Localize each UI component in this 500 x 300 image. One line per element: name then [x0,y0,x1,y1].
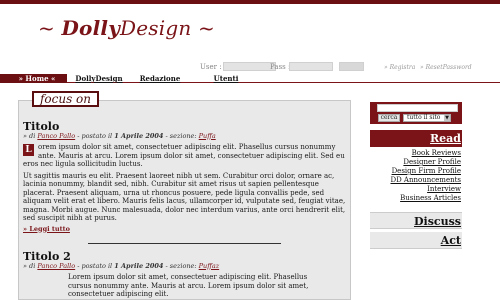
search-scope-value: tutto il sito [407,114,441,121]
logo-bold: Dolly [61,16,121,40]
article-date: 1 Aprile 2004 [114,261,164,270]
discuss-title: Discuss [414,215,461,228]
meta-prefix: » di [23,261,38,270]
article-paragraph-1: Lorem ipsum dolor sit amet, consectetuer… [68,273,309,298]
logo-prefix: ~ [38,16,62,40]
logo-suffix: ~ [191,16,215,40]
article-title[interactable]: Titolo 2 [23,251,348,261]
search-scope-select[interactable]: tutto il sito ▼ [403,114,451,122]
section-link[interactable]: Puffaz [199,262,219,270]
top-stripe [0,0,500,4]
main-nav: » Home « DollyDesign Redazione Utenti [0,74,500,83]
read-more-link[interactable]: » Leggi tutto [23,225,348,234]
meta-section-label: - sezione: [163,131,199,140]
password-input[interactable] [289,62,333,71]
author-link[interactable]: Panco Pallo [37,132,75,140]
site-logo[interactable]: ~ DollyDesign ~ [38,16,215,40]
sidebar-link-book-reviews[interactable]: Book Reviews [370,149,462,158]
user-input[interactable] [223,62,276,71]
article-meta: » di Panco Pallo - postato il 1 Aprile 2… [23,132,348,141]
meta-prefix: » di [23,131,38,140]
logo-rest: Design [120,16,192,40]
act-title: Act [440,234,461,247]
article-title[interactable]: Titolo [23,121,348,131]
section-link[interactable]: Puffa [199,132,216,140]
chevron-down-icon: ▼ [444,115,450,121]
article-date: 1 Aprile 2004 [114,131,164,140]
drop-cap: L [23,144,34,156]
article-2: Titolo 2 » di Panco Pallo - postato il 1… [23,251,348,299]
tab-dollydesign[interactable]: DollyDesign [68,74,130,83]
login-button[interactable] [339,62,364,71]
sidebar-link-business-articles[interactable]: Business Articles [370,194,462,203]
act-section-header[interactable]: Act [370,232,462,249]
sidebar-link-designer-profile[interactable]: Designer Profile [370,158,462,167]
search-button[interactable]: cerca [378,114,400,122]
article-1: Titolo » di Panco Pallo - postato il 1 A… [23,121,348,234]
search-input[interactable] [377,104,458,112]
article-divider [88,243,281,244]
pass-label: Pass : [270,63,291,71]
sidebar-link-design-firm-profile[interactable]: Design Firm Profile [370,167,462,176]
read-title: Read [430,132,461,145]
read-links: Book Reviews Designer Profile Design Fir… [370,149,462,203]
nav-left-bar [0,74,7,83]
meta-mid: - postato il [75,261,115,270]
tab-utenti[interactable]: Utenti [190,74,262,83]
article-paragraph-2: Ut sagittis mauris eu elit. Praesent lao… [23,171,346,223]
discuss-section-header[interactable]: Discuss [370,212,462,229]
register-link[interactable]: » Registra [384,64,415,71]
sidebar-link-dd-announcements[interactable]: DD Announcements [370,176,462,185]
login-bar: User : Pass : » Registra » ResetPassword [0,62,500,74]
meta-mid: - postato il [75,131,115,140]
meta-section-label: - sezione: [163,261,199,270]
read-section-header[interactable]: Read [370,130,462,147]
article-meta: » di Panco Pallo - postato il 1 Aprile 2… [23,262,348,271]
reset-password-link[interactable]: » ResetPassword [420,64,472,71]
focus-on-label: focus on [32,91,99,107]
author-link[interactable]: Panco Pallo [37,262,75,270]
tab-home[interactable]: » Home « [7,74,67,83]
user-label: User : [200,63,222,71]
paragraph-text: orem ipsum dolor sit amet, consectetuer … [23,143,345,168]
sidebar-link-interview[interactable]: Interview [370,185,462,194]
tab-redazione[interactable]: Redazione [131,74,189,83]
article-paragraph-1: Lorem ipsum dolor sit amet, consectetuer… [23,143,348,169]
